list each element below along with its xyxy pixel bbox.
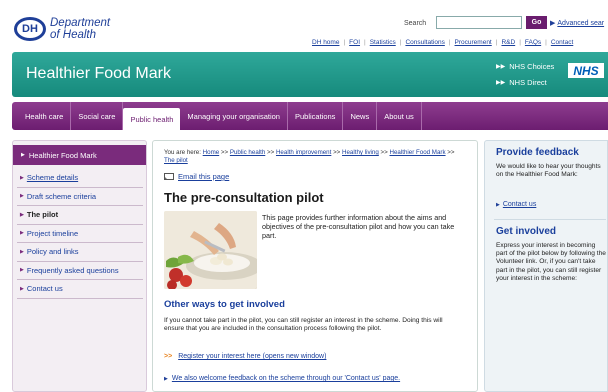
breadcrumb-home[interactable]: Home (203, 149, 220, 156)
utility-link-procurement[interactable]: Procurement (455, 39, 492, 46)
contact-us-link[interactable]: ▶ Contact us (496, 201, 536, 208)
sidebar-item-label: Contact us (26, 284, 63, 294)
sidebar-item-label: Scheme details (26, 173, 79, 183)
utility-nav: DH home | FOI | Statistics | Consultations | Pro… (312, 39, 574, 46)
nav-about-us[interactable]: About us (377, 102, 422, 130)
nav-public-health[interactable]: Public health (123, 108, 181, 130)
search-label: Search (404, 20, 427, 27)
sidebar-item-label: The pilot (26, 210, 59, 220)
triangle-right-icon: ▶ (20, 248, 24, 255)
utility-link-statistics[interactable]: Statistics (370, 39, 396, 46)
envelope-icon (164, 173, 174, 180)
nav-managing-your-organisation[interactable]: Managing your organisation (180, 102, 288, 130)
triangle-right-icon: ▶ (20, 211, 24, 218)
breadcrumb-health-improvement[interactable]: Health improvement (276, 149, 331, 156)
nhs-direct-label: NHS Direct (509, 78, 547, 87)
page-title: The pre-consultation pilot (164, 190, 324, 205)
sidebar-item-policy-and-links[interactable]: ▶ Policy and links (17, 243, 143, 262)
sidebar-list: ▶ Scheme details ▶ Draft scheme criteria ▶… (17, 169, 143, 299)
sidebar-item-project-timeline[interactable]: ▶ Project timeline (17, 225, 143, 243)
double-chevron-icon: ▶▶ (496, 64, 506, 70)
breadcrumb-public-health[interactable]: Public health (230, 149, 265, 156)
feedback-contact-link[interactable]: ▶ We also welcome feedback on the scheme… (164, 375, 400, 382)
advanced-search-label: Advanced sear (557, 20, 605, 27)
other-ways-text: If you cannot take part in the pilot, yo… (164, 317, 443, 333)
sidebar-item-faqs[interactable]: ▶ Frequently asked questions (17, 262, 143, 280)
sidebar-item-draft-scheme-criteria[interactable]: ▶ Draft scheme criteria (17, 188, 143, 206)
provide-feedback-heading: Provide feedback (496, 147, 579, 158)
breadcrumb: You are here: Home >> Public health >> H… (164, 149, 455, 164)
utility-link-contact[interactable]: Contact (551, 39, 573, 46)
sidebar-item-label: Frequently asked questions (26, 265, 119, 275)
triangle-right-icon: ▶ (21, 152, 25, 158)
contact-us-label: Contact us (502, 201, 537, 208)
breadcrumb-healthy-living[interactable]: Healthy living (342, 149, 379, 156)
triangle-right-icon: ▶ (20, 193, 24, 200)
nhs-direct-link[interactable]: ▶▶ NHS Direct (496, 78, 547, 87)
nav-health-care[interactable]: Health care (18, 102, 72, 130)
nav-news[interactable]: News (343, 102, 378, 130)
sidebar-item-contact-us[interactable]: ▶ Contact us (17, 280, 143, 299)
utility-link-foi[interactable]: FOI (349, 39, 360, 46)
cooking-photo-illustration (164, 211, 257, 289)
sidebar-item-scheme-details[interactable]: ▶ Scheme details (17, 169, 143, 188)
dh-logo-mark: DH (14, 17, 46, 41)
intro-text: This page provides further information a… (262, 213, 455, 240)
divider (494, 219, 606, 220)
advanced-search-link[interactable]: ▶ Advanced sear (550, 19, 604, 27)
triangle-right-icon: ▶ (20, 174, 24, 181)
double-chevron-icon: ▶▶ (496, 80, 506, 86)
sidebar-item-label: Policy and links (26, 247, 79, 257)
hero-image (164, 211, 257, 289)
utility-link-rd[interactable]: R&D (501, 39, 515, 46)
sidebar-item-the-pilot[interactable]: ▶ The pilot (17, 206, 143, 225)
logo-line1: Department (50, 17, 111, 29)
nhs-choices-link[interactable]: ▶▶ NHS Choices (496, 62, 554, 71)
get-involved-heading: Get involved (496, 226, 557, 237)
site-title: Healthier Food Mark (26, 65, 171, 82)
double-arrow-icon: >> (164, 353, 173, 360)
triangle-right-icon: ▶ (496, 201, 500, 208)
breadcrumb-prefix: You are here: (164, 149, 201, 156)
dh-logo[interactable]: DH Department of Health (14, 17, 110, 41)
register-interest-label: Register your interest here (opens new w… (178, 353, 327, 360)
triangle-right-icon: ▶ (20, 267, 24, 274)
email-this-page-label: Email this page (178, 172, 230, 181)
triangle-right-icon: ▶ (20, 230, 24, 237)
utility-link-faqs[interactable]: FAQs (525, 39, 541, 46)
triangle-right-icon: ▶ (164, 375, 168, 382)
nhs-choices-label: NHS Choices (509, 62, 555, 71)
register-interest-link[interactable]: >> Register your interest here (opens ne… (164, 353, 326, 360)
other-ways-heading: Other ways to get involved (164, 299, 285, 310)
provide-feedback-text: We would like to hear your thoughts on t… (496, 163, 601, 179)
search-go-button[interactable]: Go (526, 16, 547, 29)
triangle-right-icon: ▶ (20, 285, 24, 292)
logo-line2: of Health (50, 29, 97, 41)
sidebar-heading[interactable]: ▶ Healthier Food Mark (13, 145, 146, 165)
section-sidebar: ▶ Healthier Food Mark ▶ Scheme details ▶ Dr… (12, 140, 147, 392)
utility-link-consultations[interactable]: Consultations (405, 39, 444, 46)
nav-social-care[interactable]: Social care (71, 102, 124, 130)
sidebar-item-label: Draft scheme criteria (26, 191, 97, 201)
feedback-contact-label: We also welcome feedback on the scheme t… (171, 375, 401, 382)
utility-link-dh-home[interactable]: DH home (312, 39, 339, 46)
nav-publications[interactable]: Publications (288, 102, 344, 130)
breadcrumb-the-pilot[interactable]: The pilot (164, 157, 188, 164)
email-this-page-link[interactable]: Email this page (164, 172, 229, 181)
main-nav: Health care Social care Public health Ma… (12, 102, 608, 130)
dh-logo-text: Department of Health (50, 17, 110, 41)
sidebar-item-label: Project timeline (26, 228, 79, 238)
sidebar-heading-label: Healthier Food Mark (28, 150, 97, 160)
triangle-right-icon: ▶ (550, 20, 556, 27)
breadcrumb-healthier-food-mark[interactable]: Healthier Food Mark (390, 149, 446, 156)
get-involved-text: Express your interest in becoming part o… (496, 242, 606, 282)
search-input[interactable] (436, 16, 522, 29)
nhs-logo[interactable]: NHS (568, 63, 604, 78)
